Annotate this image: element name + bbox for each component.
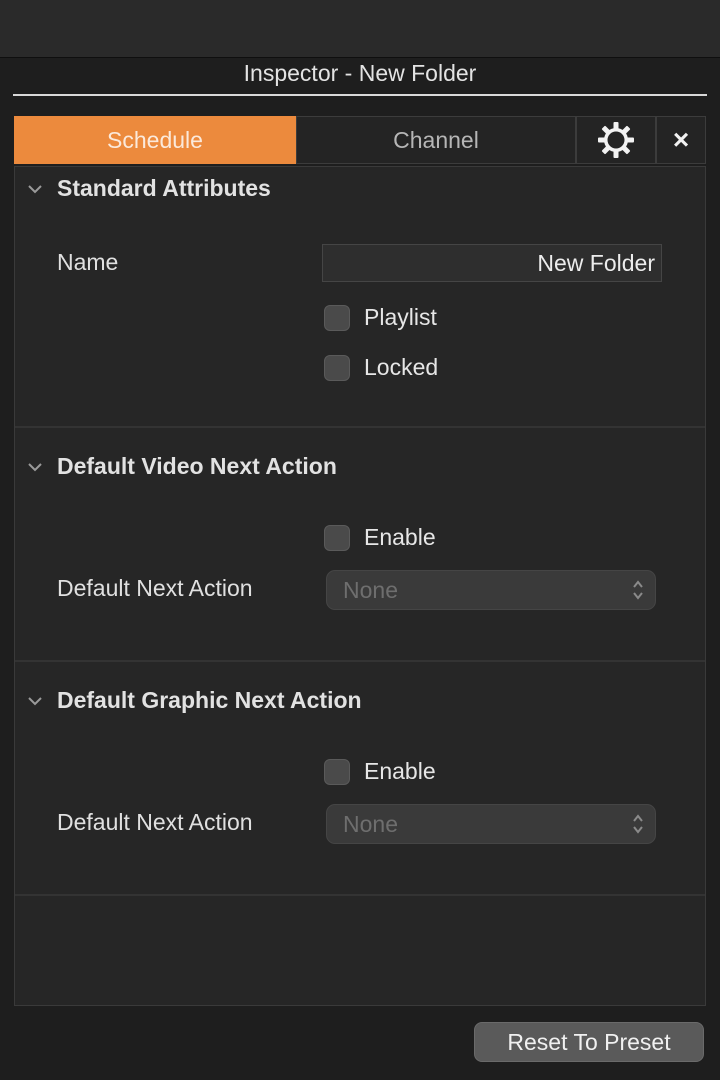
playlist-checkbox[interactable]: Playlist (324, 304, 437, 331)
section-standard-attributes[interactable]: Standard Attributes (25, 175, 271, 202)
select-value: None (343, 577, 398, 603)
section-title: Default Graphic Next Action (57, 687, 362, 713)
video-next-action-select[interactable]: None (326, 570, 656, 610)
checkbox-box[interactable] (324, 354, 350, 381)
inspector-panel: Standard Attributes Name New Folder Play… (14, 166, 706, 1006)
checkbox-label: Locked (364, 354, 439, 380)
section-divider (15, 426, 705, 428)
window-title: Inspector - New Folder (243, 60, 477, 86)
up-down-arrows-icon (633, 580, 643, 600)
title-divider (13, 94, 707, 96)
gear-icon (598, 122, 634, 158)
checkbox-label: Enable (364, 758, 436, 784)
graphic-next-action-label: Default Next Action (57, 809, 253, 835)
section-title: Standard Attributes (57, 175, 271, 201)
section-default-video-next-action[interactable]: Default Video Next Action (25, 453, 337, 480)
tab-bar: Schedule Channel × (14, 116, 706, 166)
settings-button[interactable] (576, 116, 656, 164)
chevron-down-icon (28, 184, 42, 193)
section-divider (15, 660, 705, 662)
checkbox-label: Playlist (364, 304, 437, 330)
tab-channel[interactable]: Channel (296, 116, 576, 164)
tab-schedule[interactable]: Schedule (14, 116, 296, 164)
checkbox-box[interactable] (324, 524, 350, 551)
name-label: Name (57, 249, 119, 275)
checkbox-box[interactable] (324, 758, 350, 785)
checkbox-label: Enable (364, 524, 436, 550)
window-toolbar (0, 0, 720, 58)
video-enable-checkbox[interactable]: Enable (324, 524, 436, 551)
chevron-down-icon (28, 462, 42, 471)
section-default-graphic-next-action[interactable]: Default Graphic Next Action (25, 687, 362, 714)
locked-checkbox[interactable]: Locked (324, 354, 438, 381)
checkbox-box[interactable] (324, 304, 350, 331)
section-title: Default Video Next Action (57, 453, 337, 479)
section-divider (15, 894, 705, 896)
chevron-down-icon (28, 696, 42, 705)
video-next-action-label: Default Next Action (57, 575, 253, 601)
name-field[interactable]: New Folder (322, 244, 662, 282)
graphic-next-action-select[interactable]: None (326, 804, 656, 844)
graphic-enable-checkbox[interactable]: Enable (324, 758, 436, 785)
up-down-arrows-icon (633, 814, 643, 834)
select-value: None (343, 811, 398, 837)
close-button[interactable]: × (656, 116, 706, 164)
reset-to-preset-button[interactable]: Reset To Preset (474, 1022, 704, 1062)
